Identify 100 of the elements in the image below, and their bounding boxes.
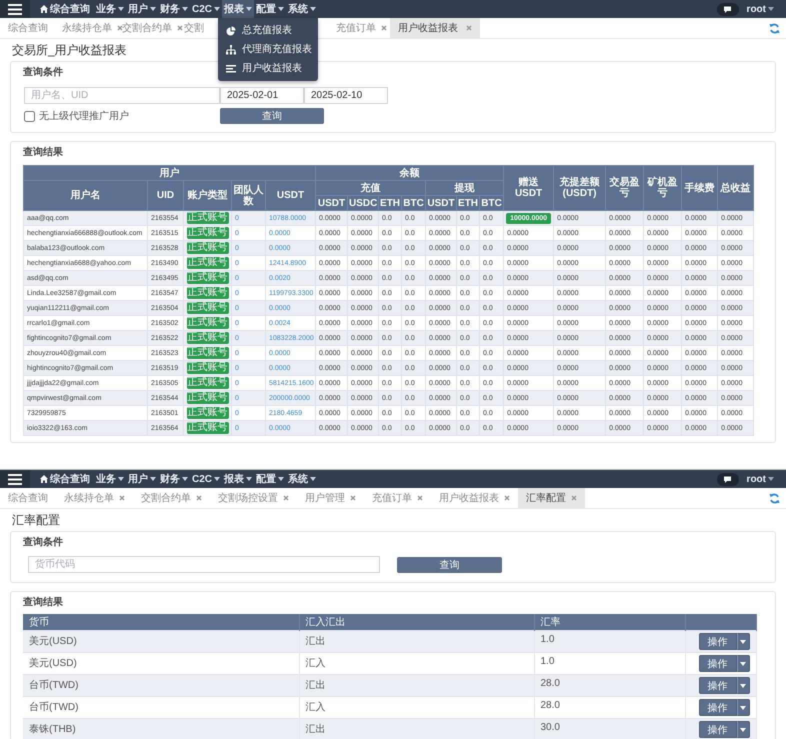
action-button[interactable]: 操作 xyxy=(698,655,736,672)
dropdown-toggle[interactable] xyxy=(736,633,750,650)
caret-icon xyxy=(150,477,156,481)
menu-button[interactable] xyxy=(0,0,30,18)
action-button[interactable]: 操作 xyxy=(698,721,736,738)
tab[interactable]: 永续持仓单 xyxy=(56,488,133,508)
tab[interactable]: 交割场控设置 xyxy=(210,488,297,508)
caret-icon xyxy=(278,477,284,481)
chat-icon[interactable] xyxy=(716,472,739,486)
close-icon[interactable] xyxy=(466,25,472,31)
tab[interactable]: 充值订单 xyxy=(328,18,390,38)
dropdown-item[interactable]: 用户收益报表 xyxy=(218,59,318,78)
account-type-badge: 正式账号 xyxy=(186,422,228,434)
nav-menu[interactable]: 配置 xyxy=(254,470,286,488)
nav-menu[interactable]: 配置 xyxy=(254,0,286,18)
nav-menu[interactable]: 系统 xyxy=(286,470,318,488)
tab[interactable]: 交割合约单 xyxy=(133,488,210,508)
tab[interactable]: 充值订单 xyxy=(364,488,431,508)
dropdown-toggle[interactable] xyxy=(736,655,750,672)
column-header: USDC xyxy=(348,196,379,210)
column-header: 手续费 xyxy=(682,166,718,210)
caret-icon xyxy=(310,7,316,11)
close-icon[interactable] xyxy=(417,495,423,501)
tab[interactable]: 综合查询 xyxy=(0,18,54,38)
account-type-badge: 正式账号 xyxy=(186,406,228,418)
caret-icon xyxy=(118,477,124,481)
nav-menu[interactable]: 财务 xyxy=(158,470,190,488)
date-field[interactable]: 2025-02-01 xyxy=(220,87,304,104)
refresh-icon[interactable] xyxy=(769,22,780,34)
nav-link[interactable]: 综合查询 xyxy=(38,0,92,18)
caret-icon xyxy=(150,7,156,11)
action-button[interactable]: 操作 xyxy=(698,633,736,650)
close-icon[interactable] xyxy=(283,495,289,501)
date-field[interactable]: 2025-02-10 xyxy=(304,87,388,104)
search-field[interactable]: 货币代码 xyxy=(28,556,380,573)
tab[interactable]: 用户收益报表 xyxy=(431,488,518,508)
table-cell: 30.0 xyxy=(534,718,685,739)
column-header: 货币 xyxy=(23,614,299,630)
column-header: 用户名 xyxy=(24,180,148,210)
close-icon[interactable] xyxy=(571,495,577,501)
table-cell: 28.0 xyxy=(534,674,685,696)
panel-title: 查询条件 xyxy=(23,537,63,549)
close-icon[interactable] xyxy=(119,495,125,501)
tab[interactable]: 用户收益报表 xyxy=(390,18,480,38)
action-button[interactable]: 操作 xyxy=(698,677,736,694)
nav-menu[interactable]: 报表 xyxy=(222,0,254,18)
column-header: 提现 xyxy=(426,180,504,196)
dropdown-item[interactable]: 总充值报表 xyxy=(218,21,318,40)
search-field[interactable]: 用户名、UID xyxy=(24,87,220,104)
home-icon xyxy=(40,5,48,13)
checkbox[interactable] xyxy=(24,110,35,122)
nav-link[interactable]: 综合查询 xyxy=(38,470,92,488)
tab[interactable]: 用户管理 xyxy=(297,488,364,508)
tab[interactable]: 综合查询 xyxy=(0,488,56,508)
menu-button[interactable] xyxy=(0,470,30,488)
refresh-icon[interactable] xyxy=(769,492,780,504)
account-type-badge: 正式账号 xyxy=(186,316,228,328)
account-type-badge: 正式账号 xyxy=(186,332,228,344)
page-title: 交易所_用户收益报表 xyxy=(12,42,127,58)
caret-icon xyxy=(182,7,188,11)
nav-menu[interactable]: 报表 xyxy=(222,470,254,488)
nav-menu[interactable]: C2C xyxy=(190,470,222,488)
tab[interactable]: 汇率配置 xyxy=(518,488,585,508)
dropdown-item[interactable]: 代理商充值报表 xyxy=(218,40,318,59)
tab[interactable]: 永续持仓单 xyxy=(54,18,114,38)
close-icon[interactable] xyxy=(117,25,123,31)
action-button[interactable]: 操作 xyxy=(698,699,736,716)
caret-icon xyxy=(214,7,220,11)
caret-icon xyxy=(118,7,124,11)
nav-menu[interactable]: 系统 xyxy=(286,0,318,18)
chat-icon[interactable] xyxy=(716,2,739,16)
column-header: 汇率 xyxy=(534,614,685,630)
dropdown-toggle[interactable] xyxy=(736,721,750,738)
table-cell: 汇出 xyxy=(299,630,534,652)
nav-menu[interactable]: 业务 xyxy=(94,470,126,488)
account-type-badge: 正式账号 xyxy=(186,256,228,268)
user-menu[interactable]: root xyxy=(744,470,776,488)
dropdown-toggle[interactable] xyxy=(736,699,750,716)
column-header: 总收益 xyxy=(718,166,754,210)
query-button[interactable]: 查询 xyxy=(220,108,324,124)
close-icon[interactable] xyxy=(196,495,202,501)
pie-chart-icon xyxy=(226,26,236,36)
close-icon[interactable] xyxy=(177,25,183,31)
close-icon[interactable] xyxy=(504,495,510,501)
caret-icon xyxy=(278,7,284,11)
column-header: UID xyxy=(148,180,184,210)
caret-icon xyxy=(768,477,774,481)
nav-menu[interactable]: 用户 xyxy=(126,0,158,18)
user-menu[interactable]: root xyxy=(744,0,776,18)
close-icon[interactable] xyxy=(381,25,387,31)
nav-menu[interactable]: 财务 xyxy=(158,0,190,18)
tab[interactable]: 交割合约单 xyxy=(114,18,176,38)
dropdown-toggle[interactable] xyxy=(736,677,750,694)
caret-icon xyxy=(740,640,746,644)
nav-menu[interactable]: C2C xyxy=(190,0,222,18)
query-button[interactable]: 查询 xyxy=(397,556,502,572)
nav-menu[interactable]: 用户 xyxy=(126,470,158,488)
nav-menu[interactable]: 业务 xyxy=(94,0,126,18)
column-header: USDT xyxy=(426,196,457,210)
close-icon[interactable] xyxy=(350,495,356,501)
